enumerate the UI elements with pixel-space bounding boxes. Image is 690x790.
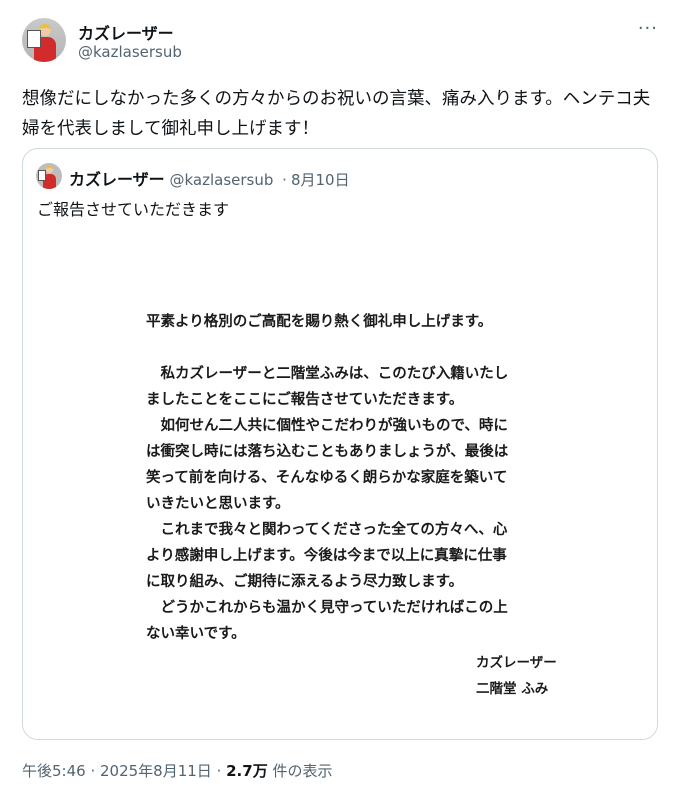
signature-line: カズレーザー <box>476 655 557 671</box>
tweet-header: カズレーザー @kazlasersub ··· <box>22 18 668 66</box>
quoted-author-avatar[interactable] <box>36 163 62 189</box>
tweet-text: 想像だにしなかった多くの方々からのお祝いの言葉、痛み入ります。ヘンテコ夫婦を代表… <box>22 89 651 139</box>
letter-paragraph: どうかこれからも温かく見守っていただければこの上 ない幸いです。 <box>146 599 508 642</box>
footer-separator: · <box>85 762 100 780</box>
letter-paragraph: これまで我々と関わってくださった全ての方々へ、心 より感謝申し上げます。今後は今… <box>146 521 508 590</box>
author-name[interactable]: カズレーザー <box>78 20 174 44</box>
letter-body: 平素より格別のご高配を賜り熱く御礼申し上げます。 私カズレーザーと二階堂ふみは、… <box>146 309 536 647</box>
letter-paragraph: 私カズレーザーと二階堂ふみは、このたび入籍いたし ましたことをここにご報告させて… <box>146 365 509 408</box>
letter-paragraph: 如何せん二人共に個性やこだわりが強いもので、時に は衝突し時には落ち込むこともあ… <box>146 417 509 512</box>
avatar-figure-head <box>46 166 53 173</box>
signature-line: 二階堂 ふみ <box>476 681 549 697</box>
letter-signature: カズレーザー 二階堂 ふみ <box>476 650 557 702</box>
quoted-tweet-meta: カズレーザー @kazlasersub · 8月10日 <box>69 166 350 190</box>
quoted-separator: · <box>282 171 287 189</box>
footer-separator: · <box>211 762 227 780</box>
more-horizontal-icon[interactable]: ··· <box>638 20 658 38</box>
quoted-author-name[interactable]: カズレーザー <box>69 170 165 189</box>
post-date[interactable]: 2025年8月11日 <box>100 762 212 780</box>
tweet-footer: 午後5:46 · 2025年8月11日 · 2.7万 件の表示 <box>22 760 332 781</box>
author-handle[interactable]: @kazlasersub <box>78 43 182 61</box>
avatar-placard <box>27 30 41 48</box>
letter-line: 平素より格別のご高配を賜り熱く御礼申し上げます。 <box>146 313 493 330</box>
announcement-letter-image[interactable]: 平素より格別のご高配を賜り熱く御礼申し上げます。 私カズレーザーと二階堂ふみは、… <box>23 234 657 739</box>
quoted-date[interactable]: 8月10日 <box>291 171 350 189</box>
quoted-tweet-text: ご報告させていただきます <box>37 200 230 219</box>
view-count-label: 件の表示 <box>267 762 333 780</box>
view-count: 2.7万 <box>226 762 268 780</box>
post-time[interactable]: 午後5:46 <box>22 762 86 780</box>
author-avatar[interactable] <box>22 18 66 62</box>
avatar-placard <box>38 170 46 181</box>
quoted-author-handle[interactable]: @kazlasersub <box>169 171 273 189</box>
quoted-tweet[interactable]: カズレーザー @kazlasersub · 8月10日 ご報告させていただきます … <box>22 148 658 740</box>
